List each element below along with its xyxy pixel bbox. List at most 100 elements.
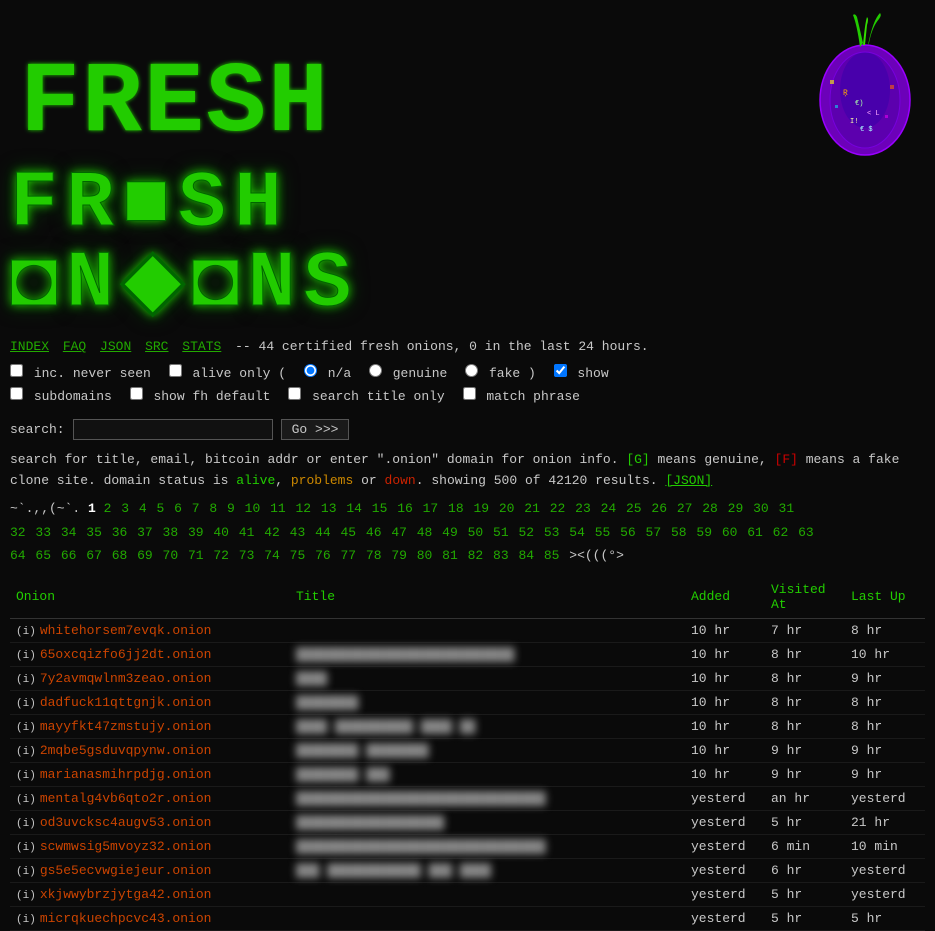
page-84[interactable]: 84 [518, 548, 534, 563]
page-17[interactable]: 17 [423, 501, 439, 516]
page-73[interactable]: 73 [239, 548, 255, 563]
page-16[interactable]: 16 [397, 501, 413, 516]
page-26[interactable]: 26 [651, 501, 667, 516]
page-6[interactable]: 6 [174, 501, 182, 516]
page-21[interactable]: 21 [524, 501, 540, 516]
info-link[interactable]: (i) [16, 842, 36, 854]
page-4[interactable]: 4 [139, 501, 147, 516]
info-link[interactable]: (i) [16, 770, 36, 782]
page-85[interactable]: 85 [544, 548, 560, 563]
page-58[interactable]: 58 [671, 525, 687, 540]
info-link[interactable]: (i) [16, 794, 36, 806]
page-10[interactable]: 10 [245, 501, 261, 516]
search-input[interactable] [73, 419, 273, 440]
page-14[interactable]: 14 [346, 501, 362, 516]
page-24[interactable]: 24 [601, 501, 617, 516]
onion-link[interactable]: 2mqbe5gsduvqpynw.onion [40, 743, 212, 758]
page-25[interactable]: 25 [626, 501, 642, 516]
page-34[interactable]: 34 [61, 525, 77, 540]
genuine-radio-label[interactable]: genuine [369, 366, 455, 381]
onion-link[interactable]: marianasmihrpdjg.onion [40, 767, 212, 782]
page-66[interactable]: 66 [61, 548, 77, 563]
page-20[interactable]: 20 [499, 501, 515, 516]
page-55[interactable]: 55 [595, 525, 611, 540]
page-37[interactable]: 37 [137, 525, 153, 540]
page-77[interactable]: 77 [340, 548, 356, 563]
show-checkbox-label[interactable]: show [554, 366, 609, 381]
show-fh-checkbox[interactable] [130, 387, 143, 400]
info-link[interactable]: (i) [16, 626, 36, 638]
match-phrase-checkbox-label[interactable]: match phrase [463, 389, 580, 404]
nav-stats[interactable]: STATS [182, 339, 221, 354]
page-11[interactable]: 11 [270, 501, 286, 516]
page-68[interactable]: 68 [112, 548, 128, 563]
page-30[interactable]: 30 [753, 501, 769, 516]
page-9[interactable]: 9 [227, 501, 235, 516]
page-3[interactable]: 3 [121, 501, 129, 516]
page-19[interactable]: 19 [473, 501, 489, 516]
page-75[interactable]: 75 [290, 548, 306, 563]
page-45[interactable]: 45 [340, 525, 356, 540]
page-33[interactable]: 33 [35, 525, 51, 540]
subdomains-checkbox[interactable] [10, 387, 23, 400]
page-35[interactable]: 35 [86, 525, 102, 540]
page-67[interactable]: 67 [86, 548, 102, 563]
page-48[interactable]: 48 [417, 525, 433, 540]
onion-link[interactable]: 7y2avmqwlnm3zeao.onion [40, 671, 212, 686]
page-23[interactable]: 23 [575, 501, 591, 516]
page-46[interactable]: 46 [366, 525, 382, 540]
page-83[interactable]: 83 [493, 548, 509, 563]
page-65[interactable]: 65 [35, 548, 51, 563]
fake-radio-label[interactable]: fake ) [465, 366, 543, 381]
info-link[interactable]: (i) [16, 674, 36, 686]
page-52[interactable]: 52 [518, 525, 534, 540]
page-76[interactable]: 76 [315, 548, 331, 563]
page-62[interactable]: 62 [773, 525, 789, 540]
nav-json[interactable]: JSON [100, 339, 131, 354]
info-link[interactable]: (i) [16, 818, 36, 830]
nav-index[interactable]: INDEX [10, 339, 49, 354]
info-link[interactable]: (i) [16, 650, 36, 662]
info-link[interactable]: (i) [16, 698, 36, 710]
onion-link[interactable]: gs5e5ecvwgiejeur.onion [40, 863, 212, 878]
page-44[interactable]: 44 [315, 525, 331, 540]
page-50[interactable]: 50 [468, 525, 484, 540]
onion-link[interactable]: whitehorsem7evqk.onion [40, 623, 212, 638]
page-36[interactable]: 36 [112, 525, 128, 540]
page-51[interactable]: 51 [493, 525, 509, 540]
search-button[interactable]: Go >>> [281, 419, 350, 440]
alive-only-checkbox[interactable] [169, 364, 182, 377]
inc-never-seen-label[interactable]: inc. never seen [10, 366, 159, 381]
page-42[interactable]: 42 [264, 525, 280, 540]
page-60[interactable]: 60 [722, 525, 738, 540]
na-radio-label[interactable]: n/a [304, 366, 359, 381]
fake-radio[interactable] [465, 364, 478, 377]
onion-link[interactable]: scwmwsig5mvoyz32.onion [40, 839, 212, 854]
onion-link[interactable]: mentalg4vb6qto2r.onion [40, 791, 212, 806]
page-22[interactable]: 22 [550, 501, 566, 516]
page-79[interactable]: 79 [391, 548, 407, 563]
page-70[interactable]: 70 [163, 548, 179, 563]
page-31[interactable]: 31 [779, 501, 795, 516]
page-78[interactable]: 78 [366, 548, 382, 563]
page-61[interactable]: 61 [747, 525, 763, 540]
subdomains-checkbox-label[interactable]: subdomains [10, 389, 120, 404]
onion-link[interactable]: micrqkuechpcvc43.onion [40, 911, 212, 926]
page-82[interactable]: 82 [468, 548, 484, 563]
page-8[interactable]: 8 [209, 501, 217, 516]
info-link[interactable]: (i) [16, 890, 36, 902]
page-59[interactable]: 59 [696, 525, 712, 540]
page-53[interactable]: 53 [544, 525, 560, 540]
onion-link[interactable]: mayyfkt47zmstujy.onion [40, 719, 212, 734]
page-7[interactable]: 7 [192, 501, 200, 516]
info-link[interactable]: (i) [16, 914, 36, 926]
page-81[interactable]: 81 [442, 548, 458, 563]
search-title-checkbox[interactable] [288, 387, 301, 400]
page-63[interactable]: 63 [798, 525, 814, 540]
show-fh-checkbox-label[interactable]: show fh default [130, 389, 279, 404]
page-15[interactable]: 15 [372, 501, 388, 516]
page-27[interactable]: 27 [677, 501, 693, 516]
nav-src[interactable]: SRC [145, 339, 168, 354]
page-72[interactable]: 72 [213, 548, 229, 563]
info-link[interactable]: (i) [16, 722, 36, 734]
